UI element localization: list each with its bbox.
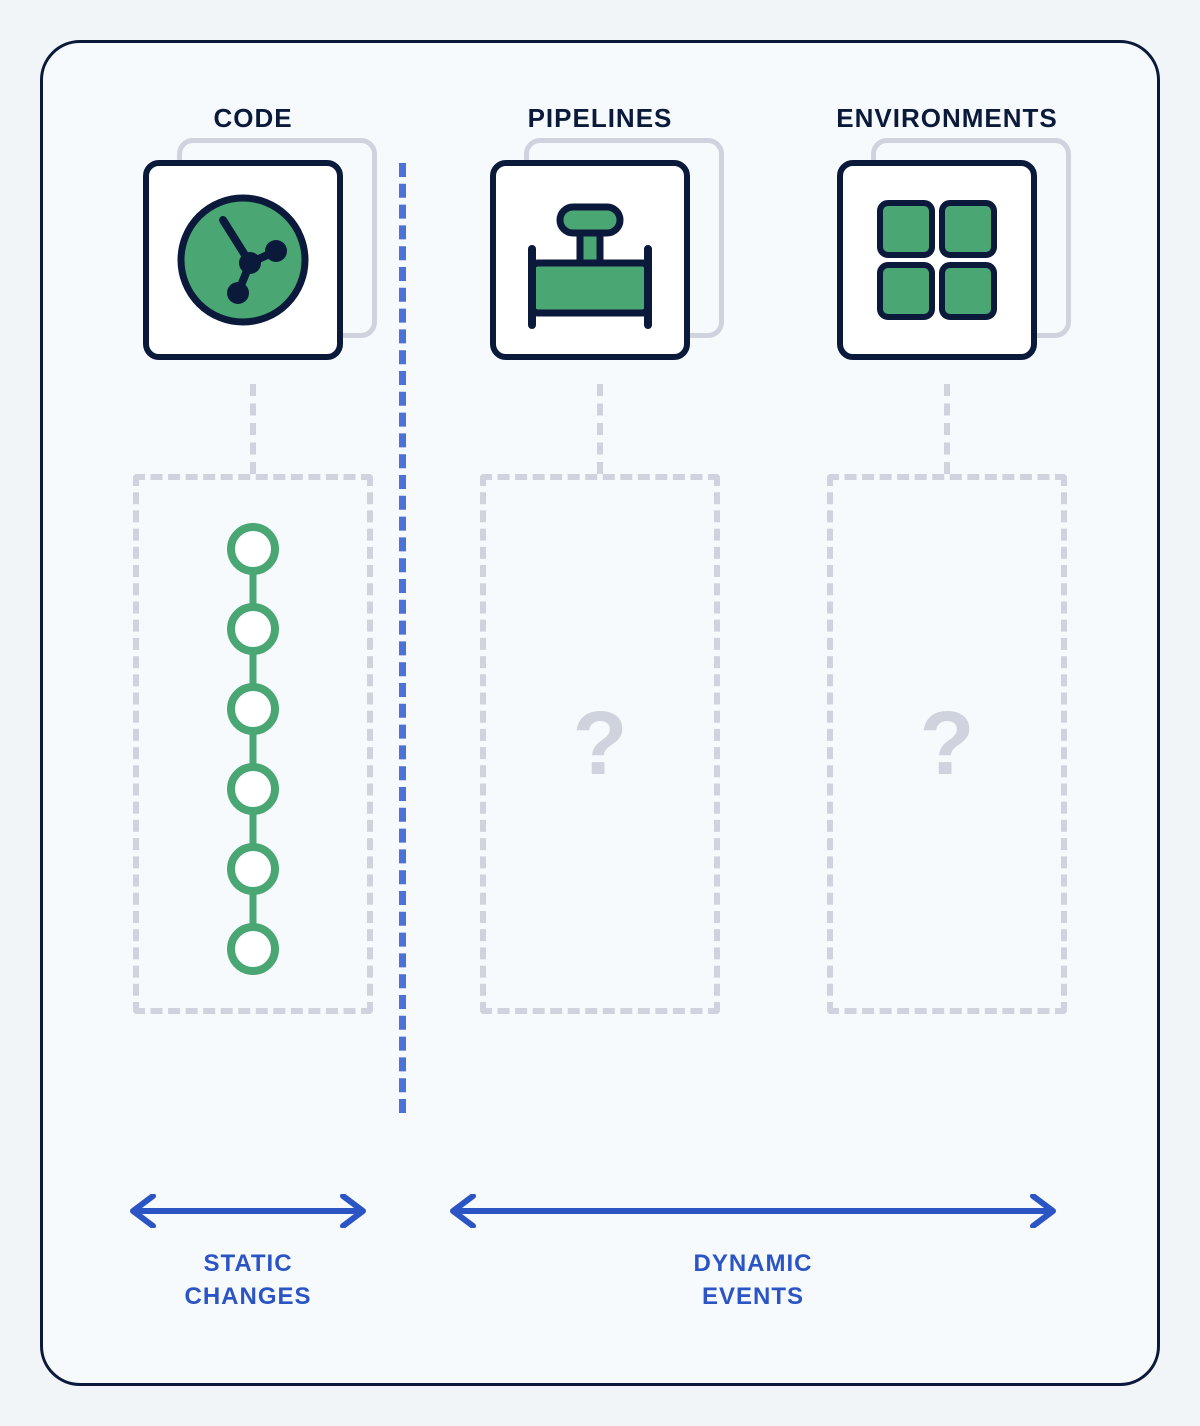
label-static: STATIC CHANGES — [184, 1248, 311, 1313]
placeholder-environments: ? — [920, 693, 975, 796]
label-code: CODE — [213, 103, 292, 134]
label-pipelines: PIPELINES — [528, 103, 673, 134]
double-arrow-icon — [443, 1194, 1063, 1228]
grid-tiles-icon — [862, 185, 1012, 335]
double-arrow-icon — [123, 1194, 373, 1228]
icon-box-code — [143, 160, 343, 360]
content-box-code — [133, 474, 373, 1014]
label-environments: ENVIRONMENTS — [836, 103, 1057, 134]
connector-line — [250, 384, 256, 474]
columns-row: CODE — [113, 103, 1087, 1303]
commit-chain-icon — [213, 509, 293, 979]
diagram-frame: CODE — [40, 40, 1160, 1386]
icon-stack-pipelines — [490, 152, 710, 372]
content-box-pipelines: ? — [480, 474, 720, 1014]
connector-line — [597, 384, 603, 474]
content-box-environments: ? — [827, 474, 1067, 1014]
icon-box-environments — [837, 160, 1037, 360]
connector-line — [944, 384, 950, 474]
icon-stack-environments — [837, 152, 1057, 372]
section-divider — [399, 163, 406, 1113]
section-static: STATIC CHANGES — [123, 1194, 373, 1313]
label-dynamic: DYNAMIC EVENTS — [694, 1248, 813, 1313]
column-code: CODE — [113, 103, 393, 1303]
column-environments: ENVIRONMENTS ? — [807, 103, 1087, 1303]
icon-box-pipelines — [490, 160, 690, 360]
section-dynamic: DYNAMIC EVENTS — [443, 1194, 1063, 1313]
placeholder-pipelines: ? — [573, 693, 628, 796]
icon-stack-code — [143, 152, 363, 372]
git-branch-icon — [168, 185, 318, 335]
column-pipelines: PIPELINES ? — [460, 103, 740, 1303]
valve-pipe-icon — [510, 185, 670, 335]
